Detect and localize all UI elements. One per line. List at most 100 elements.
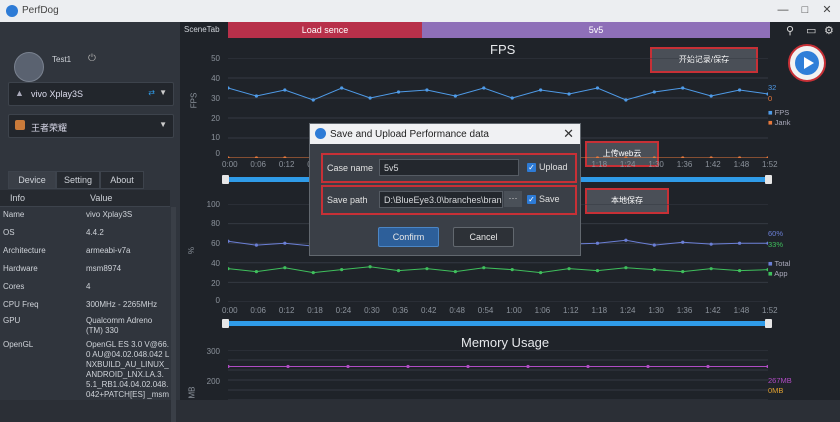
play-icon [795, 51, 819, 75]
device-select[interactable]: ▲ vivo Xplay3S ⇄ ▼ [8, 82, 174, 106]
table-row: OpenGL OpenGL ES 3.0 V@66.0 AU@04.02.048.… [0, 340, 170, 400]
x-tick-label: 0:18 [307, 306, 323, 315]
slider-end-handle[interactable] [765, 175, 772, 184]
data-point [228, 156, 230, 158]
data-point [510, 96, 514, 100]
data-point [624, 266, 628, 270]
minimize-button[interactable]: — [776, 3, 790, 17]
location-pin-icon[interactable]: ⚲ [786, 24, 794, 37]
slider-start-handle[interactable] [222, 319, 229, 328]
fps-y-tick: 20 [211, 114, 220, 123]
x-tick-label: 0:00 [222, 306, 238, 315]
tab-setting[interactable]: Setting [56, 171, 100, 189]
avatar[interactable] [14, 52, 44, 82]
data-point [595, 269, 600, 273]
legend-app: ■ App [768, 269, 788, 278]
app-title: PerfDog [22, 5, 59, 16]
scene-5v5-segment[interactable]: 5v5 [422, 22, 770, 38]
dialog-title-bar: Save and Upload Performance data ✕ [310, 124, 580, 144]
fps-y-tick: 50 [211, 54, 220, 63]
tab-device[interactable]: Device [8, 171, 56, 189]
browse-button[interactable]: ··· [504, 191, 522, 207]
data-point [254, 243, 259, 247]
tab-about[interactable]: About [100, 171, 144, 189]
slider-start-handle[interactable] [222, 175, 229, 184]
upload-checkbox[interactable]: ✓ [527, 163, 536, 172]
chevron-down-icon: ▼ [159, 120, 167, 129]
x-tick-label: 0:06 [250, 160, 266, 169]
memory-y-tick: 300 [206, 347, 220, 356]
data-point [595, 156, 600, 158]
data-point [737, 241, 742, 245]
slider-end-handle[interactable] [765, 319, 772, 328]
cpu-y-tick: 80 [211, 219, 220, 228]
username: Test1 [52, 55, 72, 64]
data-point [567, 92, 571, 96]
data-point [254, 270, 259, 274]
save-path-input[interactable]: D:\BlueEye3.0\branches\branc [379, 191, 503, 208]
legend-fps-label: FPS [774, 108, 790, 117]
dialog-title: Save and Upload Performance data [330, 129, 489, 140]
app-select[interactable]: 王者荣耀 ▼ [8, 114, 174, 138]
data-point [706, 364, 710, 369]
data-point [567, 267, 571, 271]
scene-tab-label: SceneTab [184, 25, 220, 34]
scene-bar: SceneTab Load sence 5v5 ⚲ ▭ ⚙ [180, 22, 840, 38]
info-key: OpenGL [3, 340, 34, 349]
save-checkbox[interactable]: ✓ [527, 195, 536, 204]
data-point [340, 86, 344, 90]
maximize-button[interactable]: □ [798, 3, 812, 17]
confirm-button[interactable]: Confirm [378, 227, 439, 247]
data-point [709, 242, 713, 246]
save-upload-dialog: Save and Upload Performance data ✕ Case … [309, 123, 581, 256]
upload-label: Upload [539, 162, 568, 172]
cpu-time-slider[interactable] [222, 319, 772, 328]
data-point [425, 88, 429, 92]
info-key: Architecture [3, 246, 46, 255]
cancel-button[interactable]: Cancel [453, 227, 514, 247]
data-point [311, 98, 315, 102]
data-point [453, 270, 457, 274]
gear-icon[interactable]: ⚙ [824, 24, 834, 37]
legend-app-label: App [774, 269, 788, 278]
case-name-input[interactable]: 5v5 [379, 159, 519, 176]
memory-value: 267MB [768, 376, 792, 385]
power-icon[interactable]: ⏻ [88, 53, 96, 64]
android-icon: ▲ [15, 88, 24, 98]
folder-icon[interactable]: ▭ [806, 24, 816, 37]
x-tick-label: 1:18 [591, 160, 608, 169]
close-window-button[interactable]: ✕ [820, 3, 834, 17]
link-icon[interactable]: ⇄ [148, 88, 155, 97]
x-tick-label: 0:30 [364, 306, 380, 315]
cpu-y-tick: 60 [211, 239, 220, 248]
x-tick-label: 1:06 [534, 306, 551, 315]
scene-load-segment[interactable]: Load sence [228, 22, 422, 38]
info-table-header: Info Value [0, 190, 170, 207]
perfdog-logo-icon [315, 128, 326, 139]
info-value: OpenGL ES 3.0 V@66.0 AU@04.02.048.042 LN… [86, 340, 170, 399]
data-point [396, 90, 401, 94]
data-point [681, 240, 685, 244]
info-value: 300MHz - 2265MHz [86, 300, 158, 309]
record-play-button[interactable] [788, 44, 826, 82]
data-point [510, 268, 514, 272]
info-value: armeabi-v7a [86, 246, 131, 255]
info-key: Hardware [3, 264, 38, 273]
data-point [539, 88, 543, 92]
data-point [766, 156, 768, 158]
data-point [737, 88, 742, 92]
series-line [228, 266, 768, 274]
data-point [286, 364, 290, 369]
cpu-y-tick: 100 [206, 200, 220, 209]
cpu-app-value: 33% [768, 240, 784, 249]
fps-chart-title: FPS [490, 42, 516, 57]
info-key: GPU [3, 316, 21, 325]
chevron-down-icon: ▼ [159, 88, 167, 97]
x-tick-label: 1:42 [705, 306, 721, 315]
case-name-row: Case name 5v5 ✓ Upload [321, 153, 577, 183]
legend-jank-label: Jank [774, 118, 791, 127]
sidebar-scrollbar[interactable] [171, 207, 176, 422]
dialog-close-button[interactable]: ✕ [563, 126, 574, 142]
x-tick-label: 0:24 [335, 306, 352, 315]
data-point [652, 156, 656, 158]
